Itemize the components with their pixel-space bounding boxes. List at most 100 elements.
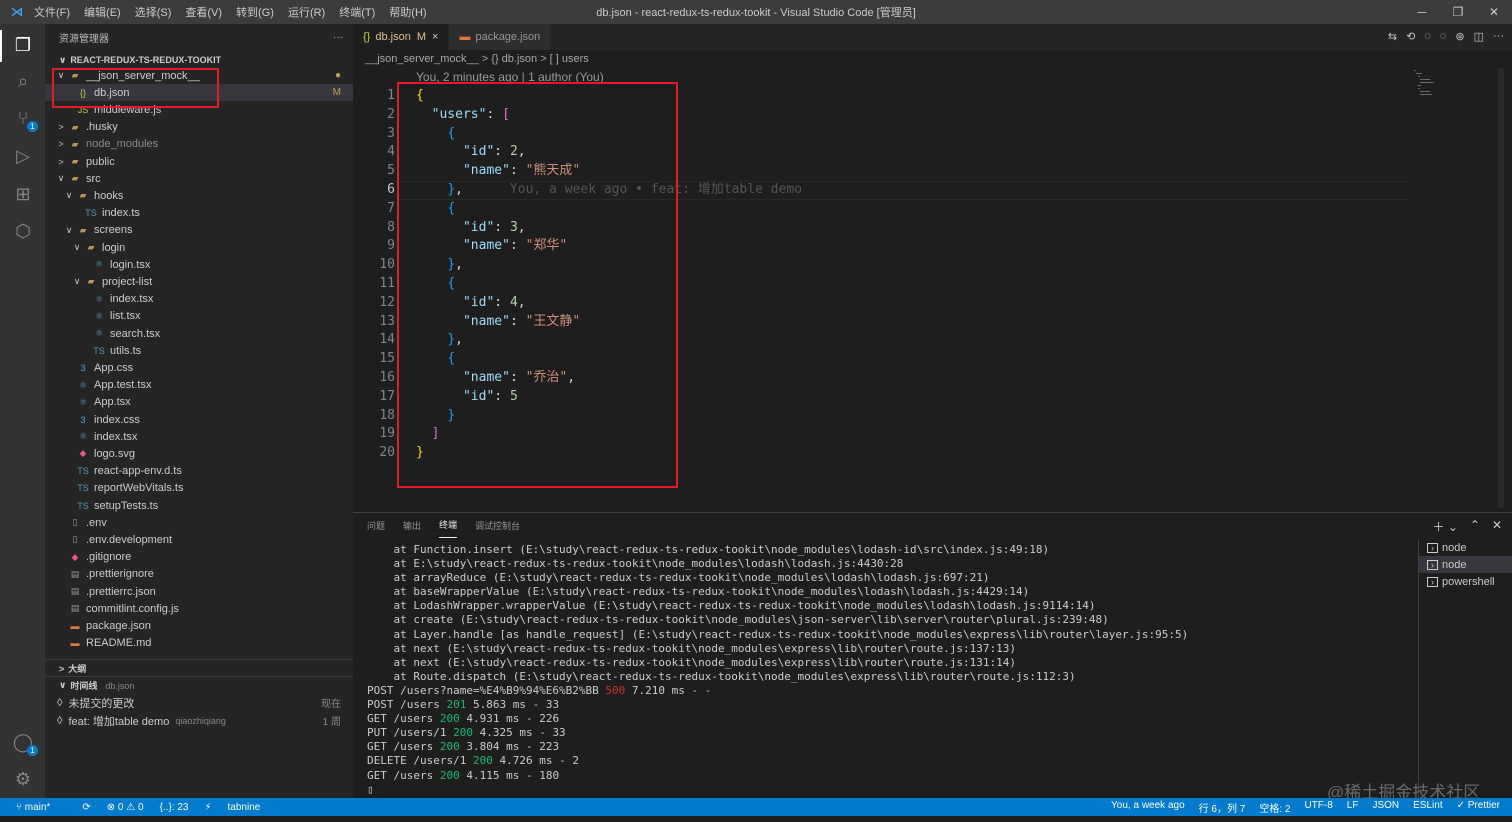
menu-item[interactable]: 选择(S) [135,7,172,19]
close-panel-icon[interactable]: ✕ [1492,518,1502,535]
tree-item[interactable]: ◆ logo.svg [45,445,353,462]
outline-section[interactable]: > 大纲 [45,659,353,677]
tree-item[interactable]: TS setupTests.ts [45,497,353,514]
tab-db-json[interactable]: {} db.json M × [353,24,450,50]
more-actions-icon[interactable]: ··· [333,32,343,43]
menu-item[interactable]: 编辑(E) [84,7,121,19]
tree-item[interactable]: ▤ commitlint.config.js [45,600,353,617]
problems-status[interactable]: ⊗ 0 ⚠ 0 [107,802,144,813]
minimize-icon[interactable]: ─ [1404,0,1440,24]
terminal-instance[interactable]: › node [1419,539,1512,556]
status-item[interactable]: 行 6，列 7 [1199,800,1246,815]
breadcrumb[interactable]: __json_server_mock__ > {} db.json > [ ] … [353,50,1512,68]
split-editor-icon[interactable]: ◫ [1474,30,1484,43]
sync-icon[interactable]: ⟳ [82,802,90,813]
status-item[interactable]: UTF-8 [1304,800,1332,815]
panel-tab[interactable]: 输出 [403,513,421,538]
tree-item[interactable]: ⚛ index.tsx [45,428,353,445]
tree-item[interactable]: ⚛ index.tsx [45,291,353,308]
status-item[interactable]: ESLint [1413,800,1442,815]
terminal-token: 200 [439,768,460,782]
tab-close-icon[interactable]: × [432,31,438,43]
status-item[interactable]: 空格: 2 [1259,800,1290,815]
tree-item[interactable]: > ▰ node_modules [45,136,353,153]
tree-item[interactable]: TS index.ts [45,205,353,222]
menu-item[interactable]: 帮助(H) [389,7,426,19]
terminal-token: at Route.dispatch (E:\study\react-redux-… [367,669,1076,683]
menu-item[interactable]: 文件(F) [34,7,70,19]
tree-item[interactable]: TS react-app-env.d.ts [45,463,353,480]
extensions-icon[interactable]: ⊞ [11,182,35,206]
terminal-output[interactable]: at Function.insert (E:\study\react-redux… [367,543,1188,797]
previous-change-icon[interactable]: ◌ [1424,30,1431,43]
new-terminal-icon[interactable]: ＋ ⌄ [1432,518,1457,535]
panel-tab[interactable]: 问题 [367,513,385,538]
tree-item[interactable]: ▬ README.md [45,635,353,652]
menu-item[interactable]: 运行(R) [288,7,325,19]
minimap[interactable] [1408,68,1504,508]
menu-item[interactable]: 转到(G) [236,7,274,19]
tree-item[interactable]: ▤ .prettierrc.json [45,583,353,600]
panel-tab[interactable]: 调试控制台 [475,513,520,538]
tree-item[interactable]: ▤ .prettierignore [45,566,353,583]
tree-item[interactable]: ▯ .env [45,514,353,531]
panel-tab[interactable]: 终端 [439,512,458,538]
source-control-icon[interactable]: ⑂ 1 [11,106,38,132]
tree-item-label: .env [86,516,107,529]
tree-item[interactable]: ▬ package.json [45,617,353,634]
remote-explorer-icon[interactable]: ⬡ [11,219,35,243]
terminal-line: at create (E:\study\react-redux-ts-redux… [367,613,1188,627]
restore-icon[interactable]: ❐ [1440,0,1476,24]
tree-item[interactable]: 3 index.css [45,411,353,428]
tree-item[interactable]: ⚛ login.tsx [45,256,353,273]
timeline-item[interactable]: ◊ feat: 增加table demo qiaozhiqiang 1 周 [45,712,353,729]
timeline-section[interactable]: ∨ 时间线 db.json [45,676,353,694]
terminal-instance[interactable]: › node [1419,556,1512,573]
menu-item[interactable]: 查看(V) [185,7,222,19]
settings-gear-icon[interactable]: ⚙ [11,767,35,791]
status-item[interactable]: You, a week ago [1111,800,1185,815]
tree-item[interactable]: ⚛ list.tsx [45,308,353,325]
tree-item[interactable]: ∨ ▰ screens [45,222,353,239]
next-change-icon[interactable]: ◌ [1440,30,1447,43]
tree-item[interactable]: ◆ .gitignore [45,549,353,566]
flash-icon[interactable]: ⚡ [204,802,211,813]
terminal-line: POST /users?name=%E4%B9%94%E6%B2%BB 500 … [367,684,1188,698]
search-icon[interactable]: ⌕ [11,69,35,93]
explorer-icon[interactable]: ❐ [11,33,35,57]
tree-item[interactable]: ⚛ search.tsx [45,325,353,342]
tree-item[interactable]: > ▰ public [45,153,353,170]
tree-item[interactable]: TS utils.ts [45,342,353,359]
status-item[interactable]: LF [1347,800,1359,815]
tree-item[interactable]: 3 App.css [45,359,353,376]
terminal-instance[interactable]: › powershell [1419,573,1512,590]
tree-item[interactable]: ∨ ▰ hooks [45,187,353,204]
timeline-item[interactable]: ◊ 未提交的更改 现在 [45,694,353,711]
tree-item[interactable]: ▯ .env.development [45,531,353,548]
tabnine-status[interactable]: tabnine [228,802,261,813]
tree-item-label: utils.ts [110,344,142,357]
gitlens-icon[interactable]: ⊛ [1455,30,1464,43]
open-changes-icon[interactable]: ⟲ [1406,30,1415,43]
branch-status[interactable]: ⑂ main* [16,802,66,813]
close-icon[interactable]: ✕ [1476,0,1512,24]
account-icon[interactable]: ◯ 1 [11,730,38,756]
tree-item[interactable]: ∨ ▰ project-list [45,273,353,290]
tree-item[interactable]: ⚛ App.test.tsx [45,377,353,394]
status-item[interactable]: ✓ Prettier [1457,800,1500,815]
compare-changes-icon[interactable]: ⇆ [1388,30,1397,43]
menu-item[interactable]: 终端(T) [339,7,375,19]
tree-item[interactable]: ⚛ App.tsx [45,394,353,411]
maximize-panel-icon[interactable]: ⌃ [1470,518,1480,535]
terminal-token: GET /users [367,712,440,726]
tree-item[interactable]: ∨ ▰ login [45,239,353,256]
more-icon[interactable]: ··· [1493,30,1504,43]
tree-item-label: reportWebVitals.ts [94,482,184,495]
status-item[interactable]: JSON [1372,800,1399,815]
tree-item[interactable]: ∨ ▰ src [45,170,353,187]
braces-status[interactable]: {..}: 23 [160,802,189,813]
tab-package-json[interactable]: ▬ package.json [449,24,552,50]
tree-item[interactable]: TS reportWebVitals.ts [45,480,353,497]
tree-item[interactable]: > ▰ .husky [45,119,353,136]
run-debug-icon[interactable]: ▷ [11,144,35,168]
